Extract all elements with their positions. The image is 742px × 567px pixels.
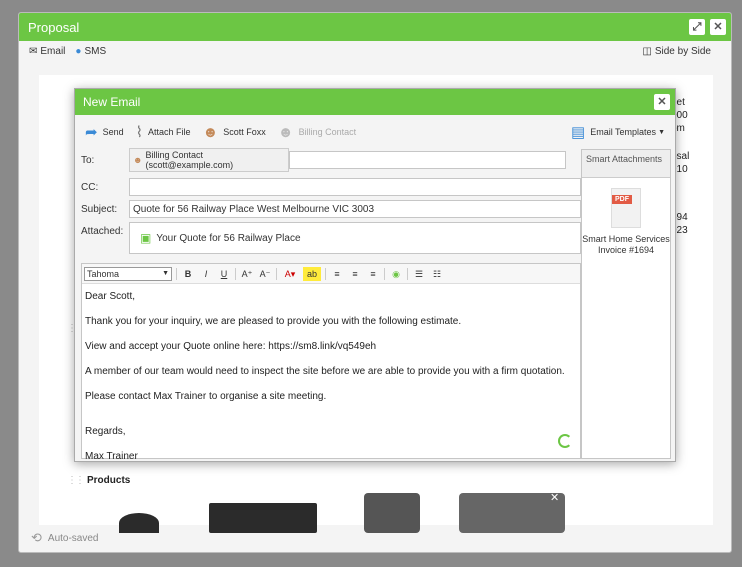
toolbar-divider [325,267,326,280]
recipient-chip[interactable]: ☻ Billing Contact (scott@example.com) [129,148,289,172]
chat-icon: ● [75,45,82,57]
user-icon: ☻ [202,123,219,141]
attached-row: Attached: [81,226,129,237]
smart-attachment-caption[interactable]: Smart Home Services Invoice #1694 [582,234,670,256]
attach-file-button[interactable]: ⌇ Attach File [136,123,191,141]
modal-title: New Email [83,95,141,109]
numbered-list-icon[interactable]: ☰ [412,267,426,281]
email-body[interactable]: Dear Scott, Thank you for your inquiry, … [82,284,580,481]
proposal-title: Proposal [28,19,80,35]
bulleted-list-icon[interactable]: ☷ [430,267,444,281]
emoji-icon[interactable]: ◉ [389,267,403,281]
font-color-icon[interactable]: A▾ [281,267,299,281]
cc-label: CC: [81,181,99,193]
document-icon: ▣ [140,231,152,245]
autosave-status: ⟲ Auto-saved [31,530,99,545]
remove-product-icon[interactable]: ✕ [550,491,559,504]
send-button[interactable]: ➦ Send [85,123,124,141]
subject-input[interactable]: Quote for 56 Railway Place West Melbourn… [129,200,581,218]
underline-icon[interactable]: U [217,267,231,281]
new-email-modal: New Email ✕ ➦ Send ⌇ Attach File ☻ Scott Fo… [74,88,676,462]
sms-tab[interactable]: ● SMS [75,46,106,57]
align-center-icon[interactable]: ≡ [348,267,362,281]
close-icon[interactable]: ✕ [654,94,670,110]
toolbar-divider [407,267,408,280]
email-toolbar: ➦ Send ⌇ Attach File ☻ Scott Foxx ☻ Billing … [75,115,675,149]
chevron-down-icon: ▼ [658,128,665,136]
email-icon: ✉ [29,45,38,57]
attachment-item[interactable]: Your Quote for 56 Railway Place [156,233,300,244]
proposal-header: Proposal ⤢ ✕ [19,13,731,41]
contact-button[interactable]: ☻ Scott Foxx [202,124,265,141]
to-row: To: ☻ Billing Contact (scott@example.com) [81,148,566,172]
drag-handle-icon[interactable]: ⋮⋮ [67,475,85,486]
body-line: A member of our team would need to inspe… [85,366,565,377]
body-line: Thank you for your inquiry, we are pleas… [85,316,462,327]
cc-input[interactable] [129,178,581,196]
chevron-down-icon: ▼ [162,270,169,277]
align-right-icon[interactable]: ≡ [366,267,380,281]
ai-assist-icon[interactable] [558,434,572,448]
bold-icon[interactable]: B [181,267,195,281]
send-icon: ➦ [85,124,98,141]
email-templates-button[interactable]: ▤ Email Templates ▼ [571,123,665,141]
billing-contact-button[interactable]: ☻ Billing Contact [278,124,356,141]
smart-attachments-header: Smart Attachments [582,150,670,178]
modal-header: New Email ✕ [75,89,675,115]
side-by-side-button[interactable]: ◫ Side by Side [642,46,711,57]
editor-toolbar: Tahoma ▼ B I U A⁺ A⁻ A▾ ab ≡ ≡ ≡ ◉ ☰ ☷ [82,264,580,284]
attached-list: ▣ Your Quote for 56 Railway Place [129,222,581,254]
italic-icon[interactable]: I [199,267,213,281]
toolbar-divider [235,267,236,280]
subject-label: Subject: [81,203,118,215]
to-input[interactable] [289,151,566,169]
user-icon: ☻ [133,155,143,165]
toolbar-divider [384,267,385,280]
expand-icon[interactable]: ⤢ [689,19,705,35]
highlight-icon[interactable]: ab [303,266,321,281]
paperclip-icon: ⌇ [135,124,143,141]
body-line: Dear Scott, [85,291,136,302]
toolbar-divider [276,267,277,280]
subject-row: Subject: Quote for 56 Railway Place West… [81,200,581,218]
body-line: Regards, [85,426,126,437]
align-left-icon[interactable]: ≡ [330,267,344,281]
close-icon[interactable]: ✕ [710,19,726,35]
template-icon: ▤ [571,124,586,141]
product-image [119,513,159,533]
email-editor: Tahoma ▼ B I U A⁺ A⁻ A▾ ab ≡ ≡ ≡ ◉ ☰ ☷ De… [81,263,581,462]
proposal-toolbar: ✉ Email ● SMS ◫ Side by Side [19,41,731,61]
body-line: Max Trainer [85,451,138,462]
cc-row: CC: [81,178,581,196]
increase-font-icon[interactable]: A⁺ [240,267,254,281]
history-icon: ⟲ [31,530,42,545]
user-icon: ☻ [277,123,294,141]
email-tab[interactable]: ✉ Email [29,46,65,57]
columns-icon: ◫ [642,45,652,57]
smart-attachments-panel: Smart Attachments PDF Smart Home Service… [581,149,671,459]
decrease-font-icon[interactable]: A⁻ [258,267,272,281]
font-select[interactable]: Tahoma ▼ [84,266,172,281]
to-recipients: ☻ Billing Contact (scott@example.com) [129,148,289,172]
pdf-icon[interactable]: PDF [611,188,641,228]
toolbar-divider [176,267,177,280]
body-line: Please contact Max Trainer to organise a… [85,391,327,402]
product-image [209,503,317,533]
body-line: View and accept your Quote online here: … [85,341,377,352]
product-image [364,493,420,533]
attached-label: Attached: [81,226,124,237]
to-label: To: [81,154,95,166]
